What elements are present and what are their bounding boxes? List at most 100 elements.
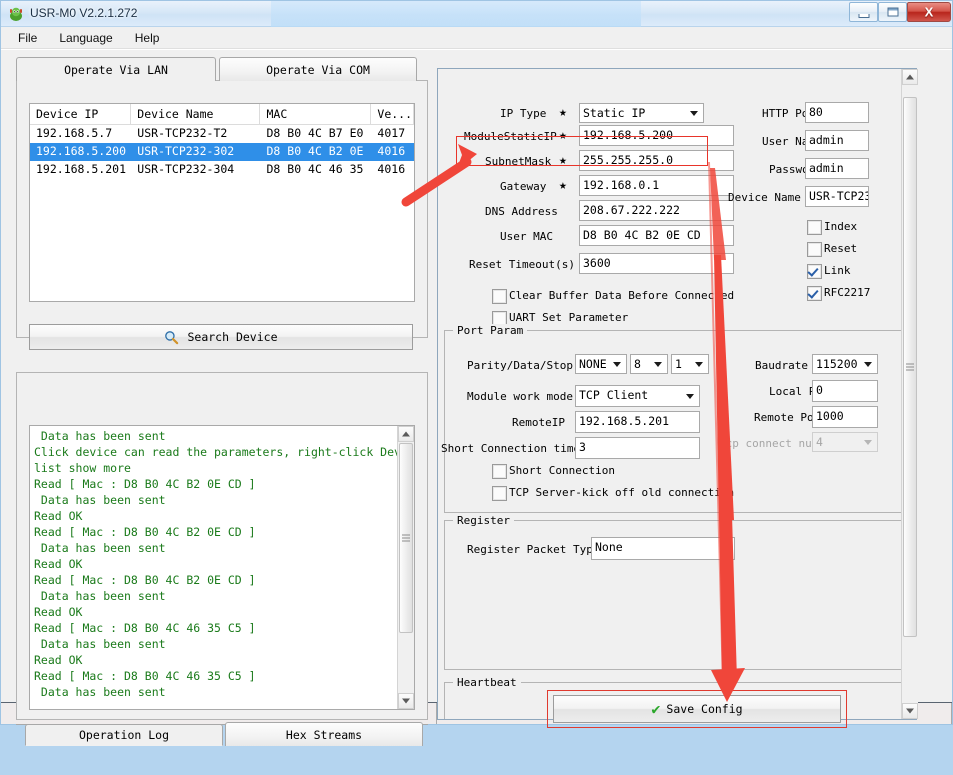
cell-version: 4016: [377, 162, 406, 176]
table-row[interactable]: 192.168.5.201 USR-TCP232-304 D8 B0 4C 46…: [30, 161, 414, 179]
tcp-kick-off-checkbox[interactable]: TCP Server-kick off old connection: [492, 486, 734, 501]
config-scrollbar-thumb[interactable]: [903, 97, 917, 637]
chevron-down-icon: [654, 362, 662, 367]
local-port-value: 0: [816, 383, 823, 397]
tab-operate-via-lan[interactable]: Operate Via LAN: [16, 57, 216, 81]
chevron-down-icon: [864, 362, 872, 367]
gateway-label: Gateway: [500, 180, 547, 193]
password-field[interactable]: admin: [805, 158, 869, 179]
window-title: USR-M0 V2.2.1.272: [30, 6, 138, 20]
data-bits-select[interactable]: 8: [630, 354, 668, 374]
menu-item-help[interactable]: Help: [124, 28, 171, 48]
minimize-button[interactable]: [849, 2, 878, 22]
table-row[interactable]: 192.168.5.7 USR-TCP232-T2 D8 B0 4C B7 E0…: [30, 125, 414, 143]
module-static-ip-field[interactable]: 192.168.5.200: [579, 125, 734, 146]
clear-buffer-checkbox[interactable]: Clear Buffer Data Before Connected: [492, 289, 734, 304]
local-port-field[interactable]: 0: [812, 380, 878, 402]
subnet-mask-field[interactable]: 255.255.255.0: [579, 150, 734, 171]
dns-address-value: 208.67.222.222: [583, 203, 680, 217]
ip-type-select[interactable]: Static IP: [579, 103, 704, 123]
reset-timeout-field[interactable]: 3600: [579, 253, 734, 274]
chevron-down-icon: [695, 362, 703, 367]
short-connection-checkbox[interactable]: Short Connection: [492, 464, 615, 479]
tab-operate-via-com[interactable]: Operate Via COM: [219, 57, 417, 81]
reset-timeout-value: 3600: [583, 256, 611, 270]
device-name-value: USR-TCP23: [809, 189, 869, 203]
short-connection-time-field[interactable]: 3: [575, 437, 700, 459]
log-scrollbar-thumb[interactable]: [399, 443, 413, 633]
baudrate-value: 115200: [816, 357, 858, 371]
cell-device-ip: 192.168.5.7: [36, 126, 113, 140]
short-connection-time-label: Short Connection time: [441, 442, 581, 455]
log-scroll-up-button[interactable]: [398, 426, 414, 442]
menu-item-file[interactable]: File: [7, 28, 48, 48]
log-scrollbar[interactable]: [397, 426, 414, 709]
cell-mac: D8 B0 4C B7 E0 34: [266, 126, 372, 140]
device-name-field[interactable]: USR-TCP23: [805, 186, 869, 207]
chevron-down-icon: [906, 708, 914, 714]
cell-device-name: USR-TCP232-T2: [137, 126, 228, 140]
user-mac-field[interactable]: D8 B0 4C B2 0E CD: [579, 225, 734, 246]
chevron-down-icon: [402, 698, 410, 704]
log-scroll-down-button[interactable]: [398, 693, 414, 709]
dns-address-field[interactable]: 208.67.222.222: [579, 200, 734, 221]
remote-ip-label: RemoteIP: [512, 416, 565, 429]
gateway-star-icon: ★: [559, 178, 567, 193]
module-work-mode-select[interactable]: TCP Client: [575, 385, 700, 407]
maximize-button[interactable]: [878, 2, 907, 22]
tab-hex-streams[interactable]: Hex Streams: [225, 722, 423, 746]
http-port-field[interactable]: 80: [805, 102, 869, 123]
link-checkbox[interactable]: Link: [807, 264, 851, 279]
stop-bits-select[interactable]: 1: [671, 354, 709, 374]
register-packet-type-label: Register Packet Type: [467, 543, 600, 556]
tcp-connect-num-value: 4: [816, 435, 823, 449]
baudrate-select[interactable]: 115200: [812, 354, 878, 374]
register-packet-type-select[interactable]: None: [591, 537, 735, 560]
user-name-value: admin: [809, 133, 844, 147]
tab-operate-via-lan-label: Operate Via LAN: [64, 62, 168, 77]
tab-operation-log[interactable]: Operation Log: [25, 724, 223, 746]
http-port-value: 80: [809, 105, 823, 119]
operation-log-box[interactable]: Data has been sent Click device can read…: [29, 425, 415, 710]
ip-type-value: Static IP: [583, 106, 646, 120]
stop-bits-value: 1: [675, 357, 682, 371]
config-scroll-down-button[interactable]: [902, 703, 918, 719]
cell-device-ip: 192.168.5.200: [36, 144, 127, 158]
close-button[interactable]: X: [907, 2, 951, 22]
dns-address-label: DNS Address: [485, 205, 558, 218]
chevron-down-icon: [690, 111, 698, 116]
config-scrollbar[interactable]: [901, 69, 918, 719]
column-header-version: Ve...: [371, 104, 414, 125]
table-row-selected[interactable]: 192.168.5.200 USR-TCP232-302 D8 B0 4C B2…: [30, 143, 414, 161]
uart-set-parameter-checkbox[interactable]: UART Set Parameter: [492, 311, 628, 326]
gateway-value: 192.168.0.1: [583, 178, 660, 192]
reset-timeout-label: Reset Timeout(s): [469, 258, 575, 271]
gateway-field[interactable]: 192.168.0.1: [579, 175, 734, 196]
cell-mac: D8 B0 4C 46 35 C5: [266, 162, 372, 176]
config-scroll-up-button[interactable]: [902, 69, 918, 85]
remote-port-field[interactable]: 1000: [812, 406, 878, 428]
menu-item-language[interactable]: Language: [48, 28, 123, 48]
module-static-ip-star-icon: ★: [559, 128, 567, 143]
save-config-button[interactable]: ✔ Save Config: [553, 695, 841, 723]
remote-ip-field[interactable]: 192.168.5.201: [575, 411, 700, 433]
parity-select[interactable]: NONE: [575, 354, 627, 374]
module-static-ip-value: 192.168.5.200: [583, 128, 674, 142]
chevron-down-icon: [613, 362, 621, 367]
tcp-connect-num-label: Tcp connect num: [719, 437, 819, 450]
app-robot-icon: [10, 7, 22, 21]
index-checkbox[interactable]: Index: [807, 220, 857, 235]
reset-checkbox[interactable]: Reset: [807, 242, 857, 257]
register-caption: Register: [453, 514, 514, 527]
search-device-button[interactable]: Search Device: [29, 324, 413, 350]
operation-log-text: Data has been sent Click device can read…: [34, 429, 414, 699]
column-header-mac: MAC: [260, 104, 372, 125]
rfc2217-checkbox[interactable]: RFC2217: [807, 286, 870, 301]
device-table[interactable]: Device IP Device Name MAC Ve... 192.168.…: [29, 103, 415, 302]
user-name-field[interactable]: admin: [805, 130, 869, 151]
user-mac-value: D8 B0 4C B2 0E CD: [583, 228, 701, 242]
parity-data-stop-label: Parity/Data/Stop: [467, 359, 573, 372]
subnet-mask-star-icon: ★: [559, 153, 567, 168]
title-bar: USR-M0 V2.2.1.272 X: [1, 1, 952, 27]
client-area: Operate Via LAN Operate Via COM Device I…: [1, 49, 952, 746]
